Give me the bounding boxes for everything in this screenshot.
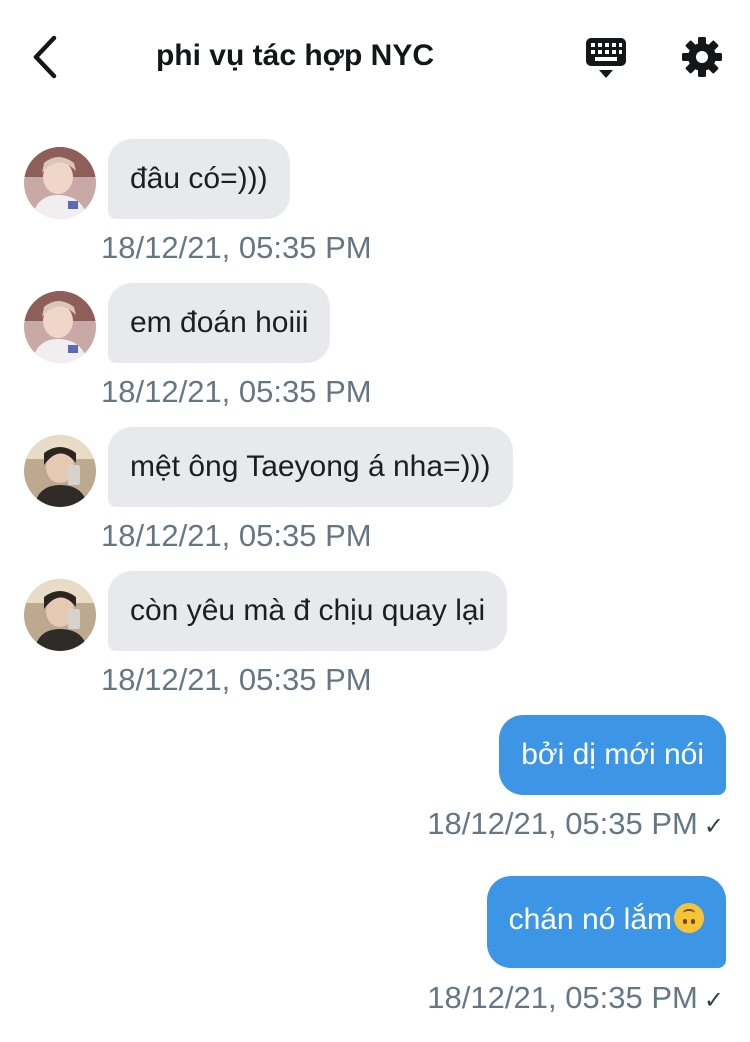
conversation-title: phi vụ tác hợp NYC (155, 39, 434, 72)
message-timestamp: 18/12/21, 05:35 PM (101, 374, 372, 409)
message-timestamp: 18/12/21, 05:35 PM (427, 806, 698, 841)
avatar[interactable] (24, 435, 96, 507)
message-bubble-outgoing[interactable]: bởi dị mới nói (499, 715, 726, 795)
message-timestamp: 18/12/21, 05:35 PM (101, 230, 372, 265)
message-bubble-incoming[interactable]: em đoán hoiii (108, 283, 331, 363)
keyboard-icon (586, 38, 626, 78)
message-bubble-incoming[interactable]: đâu có=))) (108, 139, 290, 219)
chat-header: phi vụ tác hợp NYC (0, 0, 750, 112)
message-text: chán nó lắm (508, 903, 672, 936)
sent-check-icon: ✓ (703, 987, 724, 1014)
gear-icon (682, 37, 722, 77)
keyboard-toggle-button[interactable] (584, 36, 628, 80)
avatar-photo (24, 291, 96, 363)
message-meta: 18/12/21, 05:35 PM ✓ (427, 806, 724, 845)
avatar[interactable] (24, 579, 96, 651)
message-bubble-incoming[interactable]: còn yêu mà đ chịu quay lại (108, 571, 508, 651)
sent-check-icon: ✓ (703, 813, 724, 840)
message-bubble-outgoing[interactable]: chán nó lắm (486, 876, 726, 968)
upside-down-face-emoji-icon (674, 903, 704, 933)
avatar[interactable] (24, 147, 96, 219)
message-timestamp: 18/12/21, 05:35 PM (101, 518, 372, 553)
message-bubble-incoming[interactable]: mệt ông Taeyong á nha=))) (108, 427, 513, 507)
back-button[interactable] (26, 34, 66, 80)
settings-button[interactable] (681, 36, 723, 78)
message-meta: 18/12/21, 05:35 PM ✓ (427, 980, 724, 1019)
chevron-left-icon (33, 35, 57, 79)
message-timestamp: 18/12/21, 05:35 PM (427, 980, 698, 1015)
avatar-photo (24, 147, 96, 219)
avatar[interactable] (24, 291, 96, 363)
avatar-photo (24, 579, 96, 651)
avatar-photo (24, 435, 96, 507)
message-timestamp: 18/12/21, 05:35 PM (101, 662, 372, 697)
